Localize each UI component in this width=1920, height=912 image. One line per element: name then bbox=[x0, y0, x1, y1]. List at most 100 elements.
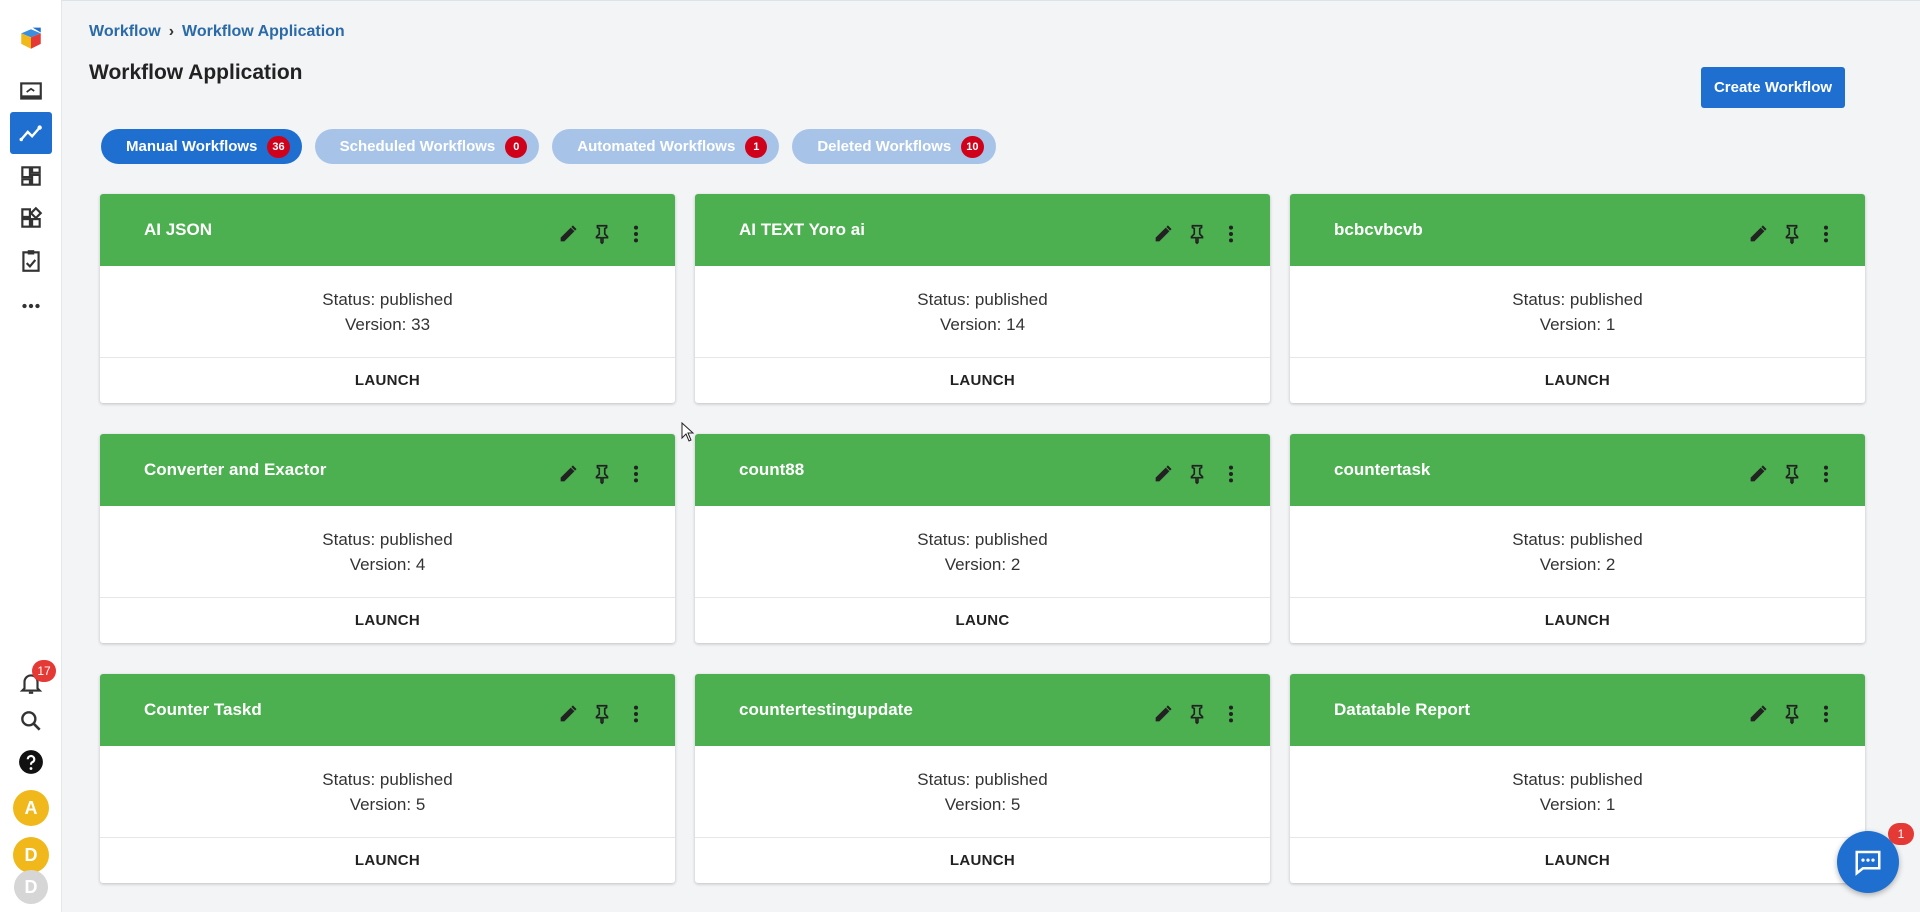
workflow-card-grid: AI JSON Status: published Version: 33 LA… bbox=[100, 194, 1866, 883]
more-vertical-icon[interactable] bbox=[1815, 463, 1837, 485]
launch-button[interactable]: LAUNCH bbox=[100, 838, 675, 883]
card-version: Version: 5 bbox=[944, 794, 1021, 814]
widgets-icon[interactable] bbox=[10, 197, 52, 239]
card-title: Datatable Report bbox=[1334, 700, 1471, 719]
more-vertical-icon[interactable] bbox=[625, 703, 647, 725]
pin-icon[interactable] bbox=[1186, 463, 1208, 485]
avatar[interactable]: D bbox=[14, 870, 48, 904]
avatar[interactable]: A bbox=[13, 790, 49, 826]
monitor-icon[interactable] bbox=[10, 70, 52, 112]
create-workflow-button[interactable]: Create Workflow bbox=[1701, 67, 1845, 108]
card-status: Status: published bbox=[1512, 289, 1643, 309]
launch-button[interactable]: LAUNCH bbox=[695, 358, 1270, 403]
card-body: Status: published Version: 14 bbox=[695, 266, 1270, 358]
tab-count-badge: 10 bbox=[961, 135, 984, 158]
dashboard-icon[interactable] bbox=[10, 155, 52, 197]
edit-pencil-icon[interactable] bbox=[1747, 223, 1769, 245]
card-body: Status: published Version: 1 bbox=[1290, 266, 1865, 358]
pin-icon[interactable] bbox=[591, 223, 613, 245]
tab-label: Manual Workflows bbox=[126, 138, 258, 155]
avatar[interactable]: D bbox=[13, 837, 49, 873]
launch-button[interactable]: LAUNCH bbox=[1290, 838, 1865, 883]
chevron-right-icon: › bbox=[168, 23, 175, 40]
card-version: Version: 2 bbox=[1539, 554, 1616, 574]
pin-icon[interactable] bbox=[591, 703, 613, 725]
card-actions bbox=[1747, 703, 1837, 725]
card-status: Status: published bbox=[917, 769, 1048, 789]
more-vertical-icon[interactable] bbox=[1220, 463, 1242, 485]
card-header: Converter and Exactor bbox=[100, 434, 675, 506]
workflow-icon[interactable] bbox=[10, 112, 52, 154]
edit-pencil-icon[interactable] bbox=[1152, 223, 1174, 245]
card-body: Status: published Version: 33 bbox=[100, 266, 675, 358]
pin-icon[interactable] bbox=[1781, 223, 1803, 245]
workflow-card: AI JSON Status: published Version: 33 LA… bbox=[100, 194, 675, 403]
edit-pencil-icon[interactable] bbox=[1747, 463, 1769, 485]
more-horizontal-icon[interactable] bbox=[10, 285, 52, 327]
launch-button[interactable]: LAUNCH bbox=[695, 838, 1270, 883]
card-actions bbox=[1152, 703, 1242, 725]
chat-icon bbox=[1855, 850, 1881, 876]
pin-icon[interactable] bbox=[591, 463, 613, 485]
more-vertical-icon[interactable] bbox=[625, 223, 647, 245]
card-version: Version: 2 bbox=[944, 554, 1021, 574]
more-vertical-icon[interactable] bbox=[625, 463, 647, 485]
more-vertical-icon[interactable] bbox=[1220, 223, 1242, 245]
card-header: Counter Taskd bbox=[100, 674, 675, 746]
card-actions bbox=[1152, 463, 1242, 485]
card-header: count88 bbox=[695, 434, 1270, 506]
edit-pencil-icon[interactable] bbox=[1152, 703, 1174, 725]
edit-pencil-icon[interactable] bbox=[557, 703, 579, 725]
pin-icon[interactable] bbox=[1186, 223, 1208, 245]
breadcrumb-root[interactable]: Workflow bbox=[89, 23, 161, 41]
tab-automated-workflows[interactable]: Automated Workflows 1 bbox=[552, 129, 780, 164]
card-version: Version: 14 bbox=[939, 314, 1026, 334]
card-status: Status: published bbox=[917, 289, 1048, 309]
launch-button[interactable]: LAUNCH bbox=[1290, 358, 1865, 403]
breadcrumb-current[interactable]: Workflow Application bbox=[182, 23, 345, 41]
card-title: countertask bbox=[1334, 460, 1431, 479]
tab-scheduled-workflows[interactable]: Scheduled Workflows 0 bbox=[314, 129, 540, 164]
app-logo-icon[interactable] bbox=[10, 18, 52, 60]
edit-pencil-icon[interactable] bbox=[1152, 463, 1174, 485]
sidebar: 17 A D D bbox=[0, 0, 62, 912]
pin-icon[interactable] bbox=[1781, 463, 1803, 485]
card-body: Status: published Version: 2 bbox=[695, 506, 1270, 598]
tab-manual-workflows[interactable]: Manual Workflows 36 bbox=[101, 129, 302, 164]
tab-deleted-workflows[interactable]: Deleted Workflows 10 bbox=[792, 129, 996, 164]
card-status: Status: published bbox=[1512, 769, 1643, 789]
more-vertical-icon[interactable] bbox=[1815, 223, 1837, 245]
tab-label: Scheduled Workflows bbox=[339, 138, 496, 155]
task-clipboard-icon[interactable] bbox=[10, 240, 52, 282]
mouse-cursor-icon bbox=[681, 422, 695, 442]
card-title: AI JSON bbox=[144, 220, 213, 239]
pin-icon[interactable] bbox=[1781, 703, 1803, 725]
more-vertical-icon[interactable] bbox=[1220, 703, 1242, 725]
workflow-card: bcbcvbcvb Status: published Version: 1 L… bbox=[1290, 194, 1865, 403]
search-icon[interactable] bbox=[10, 700, 52, 742]
more-vertical-icon[interactable] bbox=[1815, 703, 1837, 725]
launch-button[interactable]: LAUNC bbox=[695, 598, 1270, 643]
card-title: AI TEXT Yoro ai bbox=[739, 220, 865, 239]
help-icon[interactable] bbox=[10, 741, 52, 783]
pin-icon[interactable] bbox=[1186, 703, 1208, 725]
launch-button[interactable]: LAUNCH bbox=[100, 358, 675, 403]
card-status: Status: published bbox=[322, 289, 453, 309]
card-status: Status: published bbox=[1512, 529, 1643, 549]
workflow-card: countertestingupdate Status: published V… bbox=[695, 674, 1270, 883]
launch-button[interactable]: LAUNCH bbox=[100, 598, 675, 643]
edit-pencil-icon[interactable] bbox=[557, 463, 579, 485]
edit-pencil-icon[interactable] bbox=[557, 223, 579, 245]
card-title: countertestingupdate bbox=[739, 700, 913, 719]
card-status: Status: published bbox=[322, 529, 453, 549]
tab-label: Automated Workflows bbox=[577, 138, 736, 155]
edit-pencil-icon[interactable] bbox=[1747, 703, 1769, 725]
launch-button[interactable]: LAUNCH bbox=[1290, 598, 1865, 643]
card-status: Status: published bbox=[322, 769, 453, 789]
card-version: Version: 33 bbox=[344, 314, 431, 334]
card-body: Status: published Version: 4 bbox=[100, 506, 675, 598]
card-title: bcbcvbcvb bbox=[1334, 220, 1423, 239]
main-content: Workflow › Workflow Application Workflow… bbox=[62, 0, 1920, 912]
card-title: Counter Taskd bbox=[144, 700, 262, 719]
card-version: Version: 4 bbox=[349, 554, 426, 574]
